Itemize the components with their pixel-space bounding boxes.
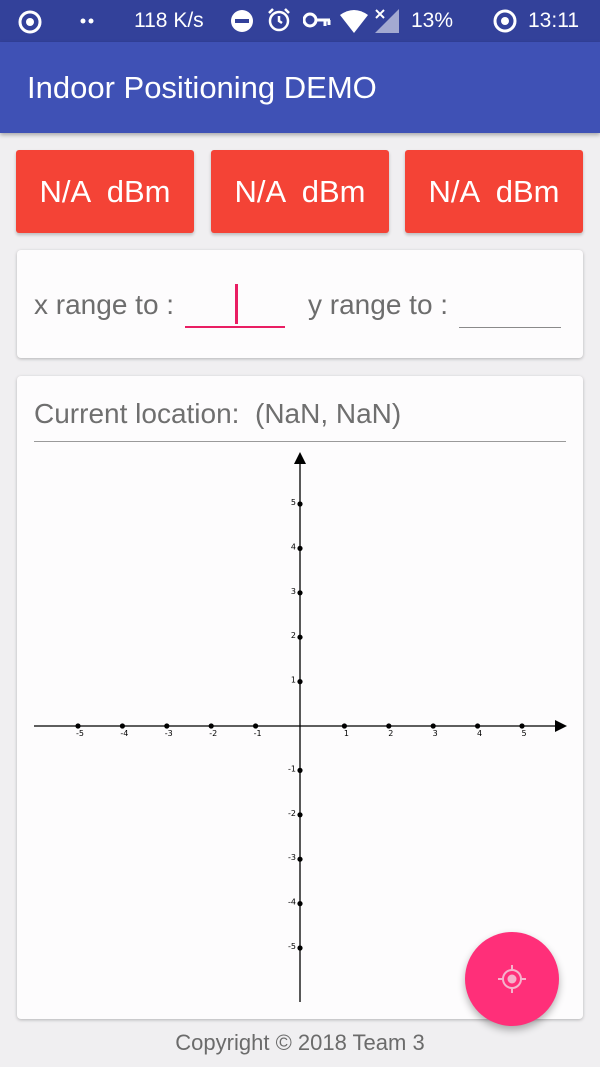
x-tick-label-5: 5 (521, 729, 526, 738)
x-tick-4 (475, 723, 481, 729)
cell-signal-icon (375, 9, 399, 33)
x-tick-label--1: -1 (254, 729, 262, 738)
y-tick--2 (297, 812, 303, 818)
battery-icon (493, 9, 517, 33)
x-axis-arrow (555, 720, 567, 732)
x-tick-3 (430, 723, 436, 729)
app-swirl-icon (18, 10, 42, 34)
y-tick-5 (297, 501, 303, 507)
x-tick--5 (75, 723, 81, 729)
y-range-label: y range to : (308, 289, 449, 320)
y-tick-label-1: 1 (291, 676, 296, 685)
y-tick--1 (297, 767, 303, 773)
y-tick-label--2: -2 (288, 809, 296, 818)
locate-target-icon (498, 965, 526, 993)
rssi-button-1[interactable]: N/A dBm (16, 150, 194, 233)
x-range-label: x range to : (34, 289, 175, 320)
y-tick-label-4: 4 (291, 542, 296, 551)
y-axis-arrow (294, 452, 306, 464)
x-tick-5 (519, 723, 525, 729)
x-tick-label-1: 1 (344, 729, 349, 738)
y-tick--5 (297, 945, 303, 951)
y-tick-label-5: 5 (291, 498, 296, 507)
coordinate-plot[interactable]: -5 -4 -3 -2 -1 1 2 3 4 5 -5 -4 -3 -2 -1 1 2 3 4 5 (17, 376, 583, 1019)
clock: 13:11 (528, 9, 579, 32)
y-tick-label-3: 3 (291, 587, 296, 596)
y-range-input[interactable] (459, 280, 561, 328)
y-tick--3 (297, 856, 303, 862)
locate-button[interactable] (465, 932, 559, 1026)
footer-copyright: Copyright © 2018 Team 3 (175, 1030, 425, 1055)
app-title: Indoor Positioning DEMO (27, 70, 377, 105)
rssi-button-2[interactable]: N/A dBm (211, 150, 389, 233)
x-tick-label--3: -3 (165, 729, 173, 738)
x-tick-1 (341, 723, 347, 729)
y-tick-4 (297, 545, 303, 551)
more-dots-icon (80, 18, 94, 24)
y-tick-2 (297, 634, 303, 640)
range-card: x range to : y range to : (17, 250, 583, 358)
wifi-icon (340, 10, 368, 33)
network-speed: 118 K/s (134, 9, 204, 32)
app-bar: Indoor Positioning DEMO (0, 42, 600, 133)
key-icon (303, 12, 331, 28)
text-cursor (235, 284, 238, 324)
x-tick--3 (164, 723, 170, 729)
y-tick-label-2: 2 (291, 631, 296, 640)
y-tick-label--1: -1 (288, 764, 296, 773)
y-tick-3 (297, 590, 303, 596)
x-tick-label-2: 2 (388, 729, 393, 738)
x-tick--4 (119, 723, 125, 729)
y-tick-1 (297, 679, 303, 685)
battery-percent: 13% (411, 9, 454, 32)
x-tick-label-4: 4 (477, 729, 482, 738)
y-tick--4 (297, 901, 303, 907)
status-bar: 118 K/s 13% 13:11 (0, 0, 600, 42)
x-tick-label-3: 3 (433, 729, 438, 738)
y-tick-label--4: -4 (288, 898, 296, 907)
x-tick--1 (253, 723, 259, 729)
map-card: Current location: (NaN, NaN) -5 -4 -3 -2 -1 1… (17, 376, 583, 1019)
x-tick-label--2: -2 (209, 729, 217, 738)
x-tick-label--4: -4 (120, 729, 128, 738)
y-tick-label--3: -3 (288, 853, 296, 862)
x-tick-label--5: -5 (76, 729, 84, 738)
y-tick-label--5: -5 (288, 942, 296, 951)
x-tick--2 (208, 723, 214, 729)
rssi-button-3[interactable]: N/A dBm (405, 150, 583, 233)
alarm-icon (268, 8, 290, 32)
x-tick-2 (386, 723, 392, 729)
do-not-disturb-icon (231, 10, 253, 32)
